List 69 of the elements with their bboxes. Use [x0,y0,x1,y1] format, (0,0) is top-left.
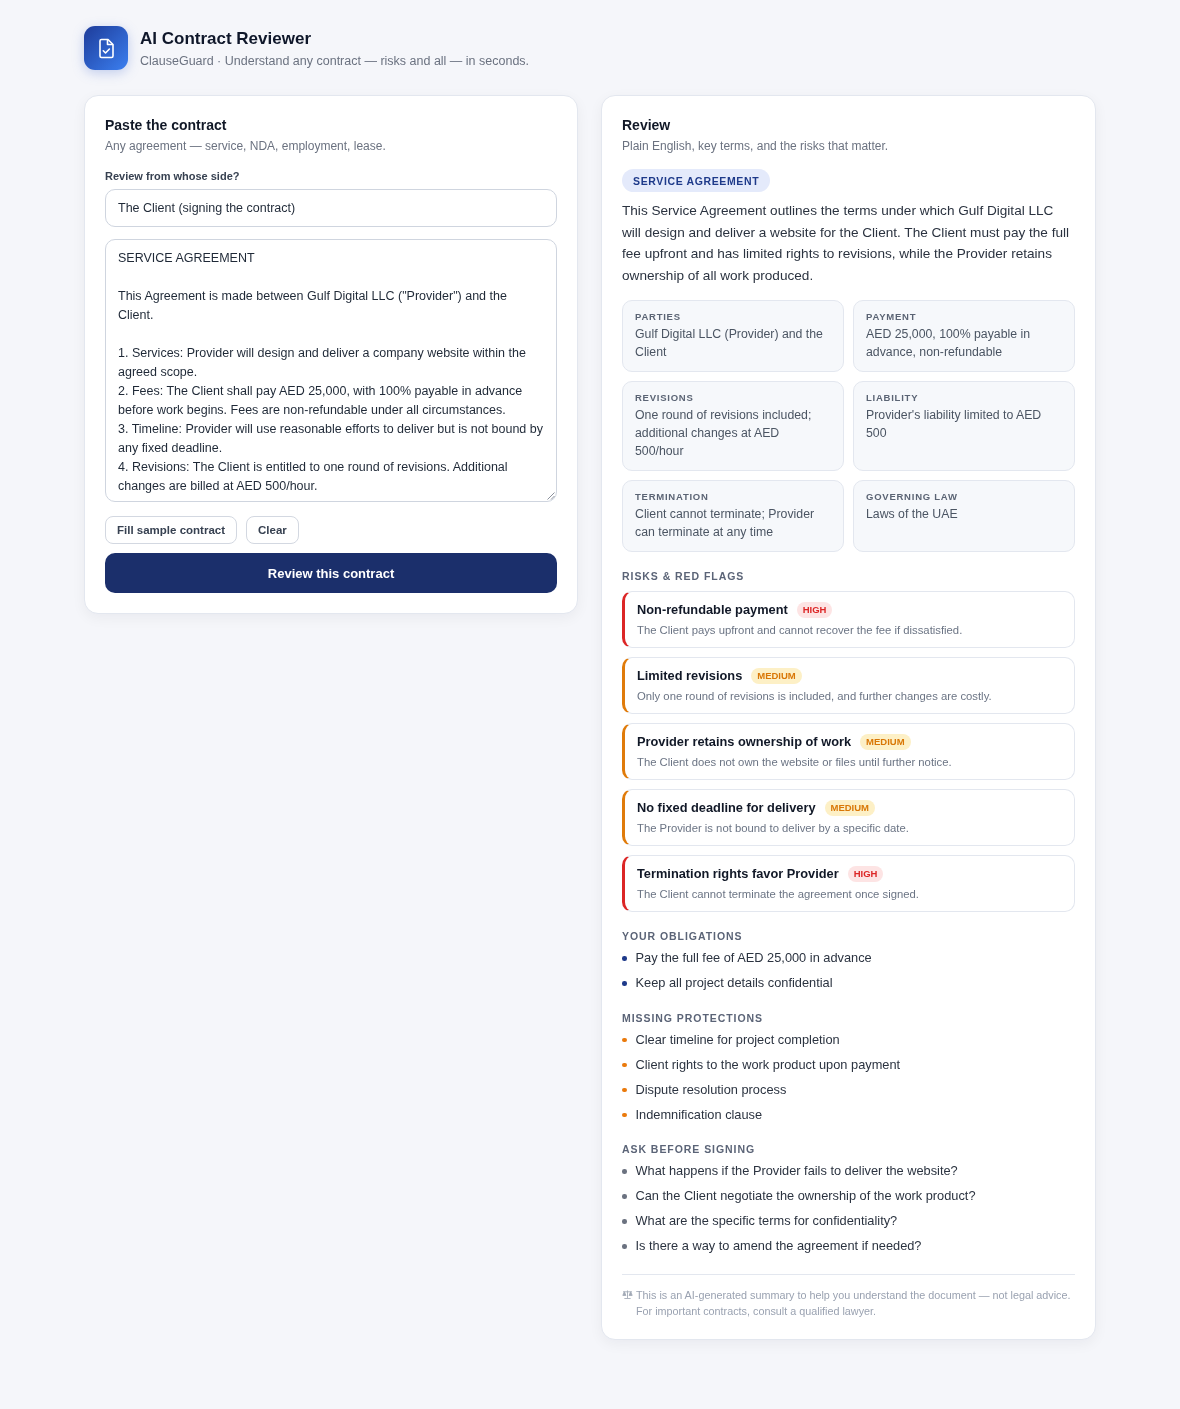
severity-badge: MEDIUM [824,800,876,816]
section-heading: ASK BEFORE SIGNING [622,1142,757,1156]
bullet-icon [622,1062,627,1067]
risk-title: Non-refundable payment [637,601,788,619]
key-term-label: PARTIES [635,310,682,323]
document-type-badge: SERVICE AGREEMENT [622,169,771,192]
bullet-icon [622,1112,627,1117]
section-heading: RISKS & RED FLAGS [622,569,746,583]
severity-badge: MEDIUM [860,734,911,750]
bullet-icon [622,981,627,986]
risk-title: Termination rights favor Provider [637,865,839,883]
key-term-label: TERMINATION [635,490,710,503]
document-check-icon [84,26,128,70]
risk-description: The Client pays upfront and cannot recover the fee if dissatisfied. [637,623,964,638]
risk-title: Limited revisions [637,667,743,685]
disclaimer-text: This is an AI-generated summary to help you understand the document — not legal advice. For important contracts, consult a qualified lawyer. [636,1287,1072,1319]
secondary-button[interactable]: Fill sample contract [105,516,237,544]
severity-badge: HIGH [847,866,884,882]
card-subtitle: Any agreement — service, NDA, employment, lease. [105,138,387,154]
app-subtitle: ClauseGuard · Understand any contract — risks and all — in seconds. [140,53,530,69]
list-item-text: Keep all project details confidential [635,974,833,992]
resize-handle-icon[interactable] [547,492,555,500]
bullet-icon [622,1194,627,1199]
list-item-text: Dispute resolution process [635,1080,787,1099]
list-item-text: Indemnification clause [635,1105,763,1124]
list-item-text: Can the Client negotiate the ownership of the work product? [635,1187,976,1205]
key-term-label: GOVERNING LAW [866,490,959,503]
key-term-value: Client cannot terminate; Provider can terminate at any time [635,506,816,541]
side-select-field[interactable]: The Client (signing the contract) [105,189,557,227]
list-item-text: Pay the full fee of AED 25,000 in advance [635,949,872,967]
list-item-text: What are the specific terms for confidentiality? [635,1212,898,1230]
bullet-icon [622,1169,627,1174]
card-title: Review [622,116,672,134]
key-term-value: One round of revisions included; additional changes at AED 500/hour [635,407,813,460]
summary-paragraph: This Service Agreement outlines the terms under which Gulf Digital LLC will design and deliver a website for the Client. The Client must pay the full fee upfront and has limited rights to revisions, while the Provider retains ownership of all work produced. [622,202,1071,285]
bullet-icon [622,1244,627,1249]
key-term-label: LIABILITY [866,391,920,404]
risk-description: The Client cannot terminate the agreement once signed. [637,887,920,902]
bullet-icon [622,1037,627,1042]
key-term-label: PAYMENT [866,310,918,323]
card-title: Paste the contract [105,116,228,134]
section-heading: YOUR OBLIGATIONS [622,929,744,943]
severity-badge: MEDIUM [751,668,802,684]
risk-description: The Client does not own the website or files until further notice. [637,755,953,770]
key-term-label: REVISIONS [635,391,695,404]
key-term-value: Laws of the UAE [866,506,959,523]
severity-badge: HIGH [796,602,833,618]
key-term-value: Gulf Digital LLC (Provider) and the Client [635,326,824,361]
secondary-button[interactable]: Clear [246,516,299,544]
bullet-icon [622,1219,627,1224]
list-item-text: Client rights to the work product upon payment [635,1055,901,1074]
key-term-value: Provider's liability limited to AED 500 [866,407,1043,442]
list-item-text: What happens if the Provider fails to deliver the website? [635,1162,958,1180]
card-subtitle: Plain English, key terms, and the risks that matter. [622,138,890,154]
bullet-icon [622,1087,627,1092]
scales-icon [622,1289,633,1299]
risk-description: The Provider is not bound to deliver by a specific date. [637,821,910,836]
bullet-icon [622,956,627,961]
risk-title: No fixed deadline for delivery [637,799,816,817]
list-item-text: Clear timeline for project completion [635,1030,840,1049]
risk-title: Provider retains ownership of work [637,733,852,751]
field-label: Review from whose side? [105,169,241,183]
key-term-value: AED 25,000, 100% payable in advance, non-refundable [866,326,1032,361]
risk-description: Only one round of revisions is included, and further changes are costly. [637,689,993,704]
review-contract-button[interactable]: Review this contract [105,553,557,593]
contract-textarea[interactable]: SERVICE AGREEMENT This Agreement is made between Gulf Digital LLC ("Provider") and the Client. 1. Services: Provider will design and deliver a company website within the agreed scope. 2. Fees: The Client shall pay AED 25,000, with 100% payable in advance before work begins. Fees are non-refundable under all circumstances. 3. Timeline: Provider will use reasonable efforts to deliver but is not bound by any fixed deadline. 4. Revisions: The Client is entitled to one round of revisions. Additional changes are billed at AED 500/hour. [105,239,557,502]
section-heading: MISSING PROTECTIONS [622,1010,765,1025]
app-title: AI Contract Reviewer [140,28,312,50]
list-item-text: Is there a way to amend the agreement if needed? [635,1237,922,1255]
